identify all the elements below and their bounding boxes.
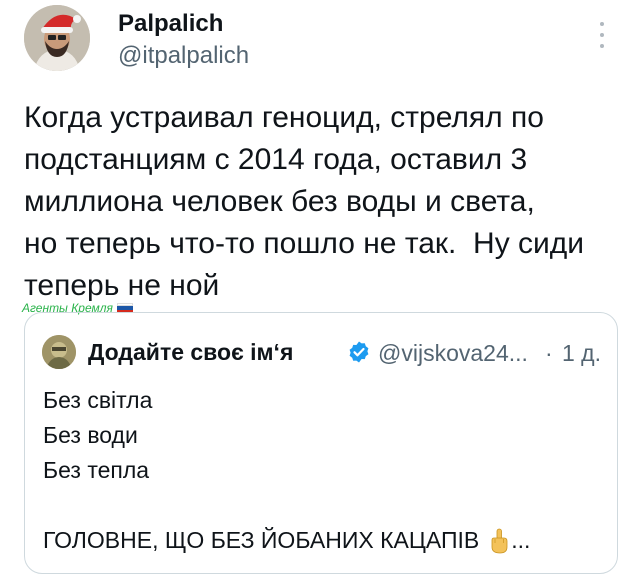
author-handle[interactable]: @itpalpalich <box>118 42 249 70</box>
truncation-ellipsis: ... <box>511 527 531 553</box>
verified-badge-icon <box>349 341 369 363</box>
quote-timestamp[interactable]: 1 д. <box>562 340 601 367</box>
quote-line: Без світла <box>43 387 153 413</box>
quote-author-name[interactable]: Додайте своє ім‘я <box>88 339 293 366</box>
author-avatar[interactable] <box>24 5 90 71</box>
quote-author-handle[interactable]: @vijskova24... <box>378 340 528 367</box>
more-options-icon[interactable] <box>592 22 612 48</box>
author-name[interactable]: Palpalich <box>118 10 223 38</box>
quote-line: Без води <box>43 422 138 448</box>
quote-text: Без світла Без води Без тепла ГОЛОВНЕ, Щ… <box>43 383 603 558</box>
quoted-tweet-card[interactable]: Додайте своє ім‘я @vijskova24... · 1 д. … <box>24 312 618 574</box>
quote-line: Без тепла <box>43 457 150 483</box>
quote-line: ГОЛОВНЕ, ЩО БЕЗ ЙОБАНИХ КАЦАПІВ <box>43 527 480 553</box>
tweet-text: Когда устраивал геноцид, стрелял по подс… <box>24 101 585 302</box>
quote-author-avatar[interactable] <box>42 335 76 369</box>
separator-dot: · <box>545 340 553 366</box>
quote-line <box>43 488 603 523</box>
middle-finger-emoji-icon <box>491 528 508 553</box>
quote-last-line: ГОЛОВНЕ, ЩО БЕЗ ЙОБАНИХ КАЦАПІВ ... <box>43 523 603 558</box>
